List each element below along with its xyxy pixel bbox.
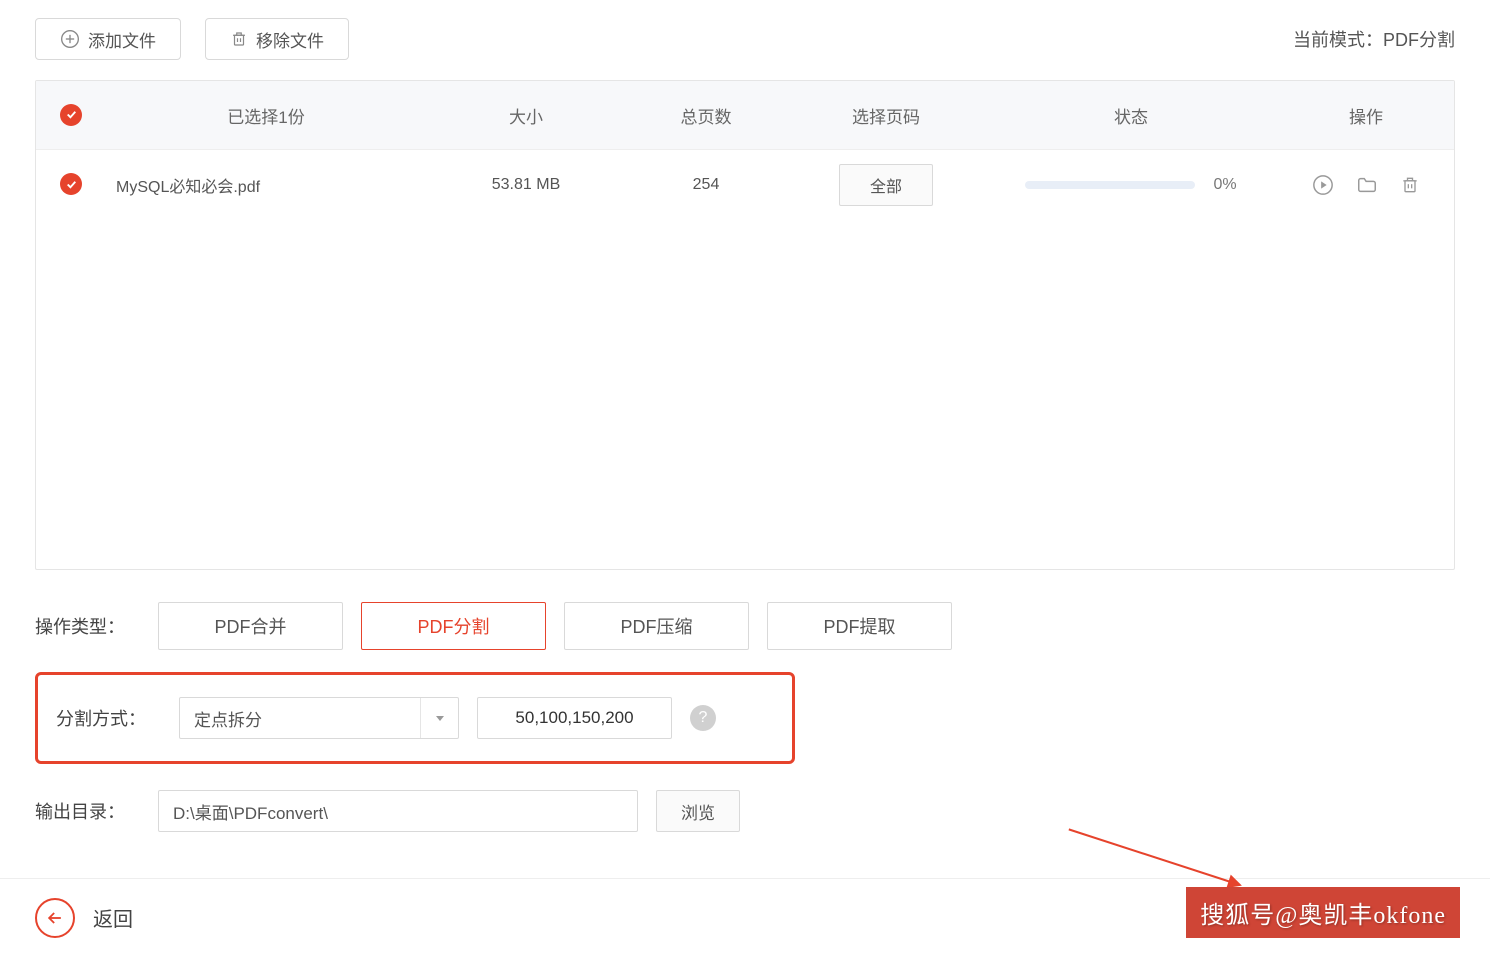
current-mode-label: 当前模式：PDF分割 [1293, 26, 1455, 52]
output-dir-input[interactable] [158, 790, 638, 832]
add-file-label: 添加文件 [88, 27, 156, 52]
op-compress-button[interactable]: PDF压缩 [564, 602, 749, 650]
add-file-button[interactable]: 添加文件 [35, 18, 181, 60]
remove-file-button[interactable]: 移除文件 [205, 18, 349, 60]
table-row: MySQL必知必会.pdf 53.81 MB 254 全部 0% [36, 149, 1454, 219]
header-actions: 操作 [1276, 103, 1455, 128]
trash-icon [230, 29, 248, 49]
header-size: 大小 [426, 103, 626, 128]
header-status: 状态 [986, 103, 1276, 128]
header-pages: 总页数 [626, 103, 786, 128]
delete-icon[interactable] [1400, 174, 1420, 196]
row-filename: MySQL必知必会.pdf [106, 173, 426, 197]
back-button[interactable]: 返回 [35, 898, 133, 938]
header-page-select: 选择页码 [786, 103, 986, 128]
watermark-badge: 搜狐号@奥凯丰okfone [1186, 887, 1460, 938]
chevron-down-icon [420, 698, 458, 738]
browse-button[interactable]: 浏览 [656, 790, 740, 832]
output-row: 输出目录： 浏览 [35, 790, 1455, 832]
row-size: 53.81 MB [426, 176, 626, 194]
header-check[interactable] [36, 104, 106, 127]
back-label: 返回 [93, 903, 133, 932]
page-select-button[interactable]: 全部 [839, 164, 933, 206]
file-list-panel: 已选择1份 大小 总页数 选择页码 状态 操作 MySQL必知必会.pdf 53… [35, 80, 1455, 570]
split-method-label: 分割方式： [56, 705, 161, 731]
arrow-left-icon [35, 898, 75, 938]
remove-file-label: 移除文件 [256, 27, 324, 52]
header-selected: 已选择1份 [106, 103, 426, 128]
plus-circle-icon [60, 29, 80, 49]
progress-percent: 0% [1213, 176, 1236, 194]
progress-bar [1025, 181, 1195, 189]
play-icon[interactable] [1312, 174, 1334, 196]
split-method-value: 定点拆分 [180, 706, 420, 731]
toolbar: 添加文件 移除文件 当前模式：PDF分割 [35, 18, 1455, 60]
op-merge-button[interactable]: PDF合并 [158, 602, 343, 650]
row-status: 0% [986, 176, 1276, 194]
row-pages: 254 [626, 176, 786, 194]
check-circle-icon [60, 173, 82, 195]
check-circle-icon [60, 104, 82, 126]
folder-icon[interactable] [1356, 174, 1378, 196]
op-extract-button[interactable]: PDF提取 [767, 602, 952, 650]
split-settings-highlight: 分割方式： 定点拆分 ? [35, 672, 795, 764]
operation-type-label: 操作类型： [35, 613, 140, 639]
split-method-select[interactable]: 定点拆分 [179, 697, 459, 739]
file-table-header: 已选择1份 大小 总页数 选择页码 状态 操作 [36, 81, 1454, 149]
op-split-button[interactable]: PDF分割 [361, 602, 546, 650]
operation-type-row: 操作类型： PDF合并 PDF分割 PDF压缩 PDF提取 [35, 602, 1455, 650]
output-dir-label: 输出目录： [35, 798, 140, 824]
row-actions [1276, 174, 1455, 196]
split-points-input[interactable] [477, 697, 672, 739]
help-icon[interactable]: ? [690, 705, 716, 731]
row-check[interactable] [36, 173, 106, 196]
